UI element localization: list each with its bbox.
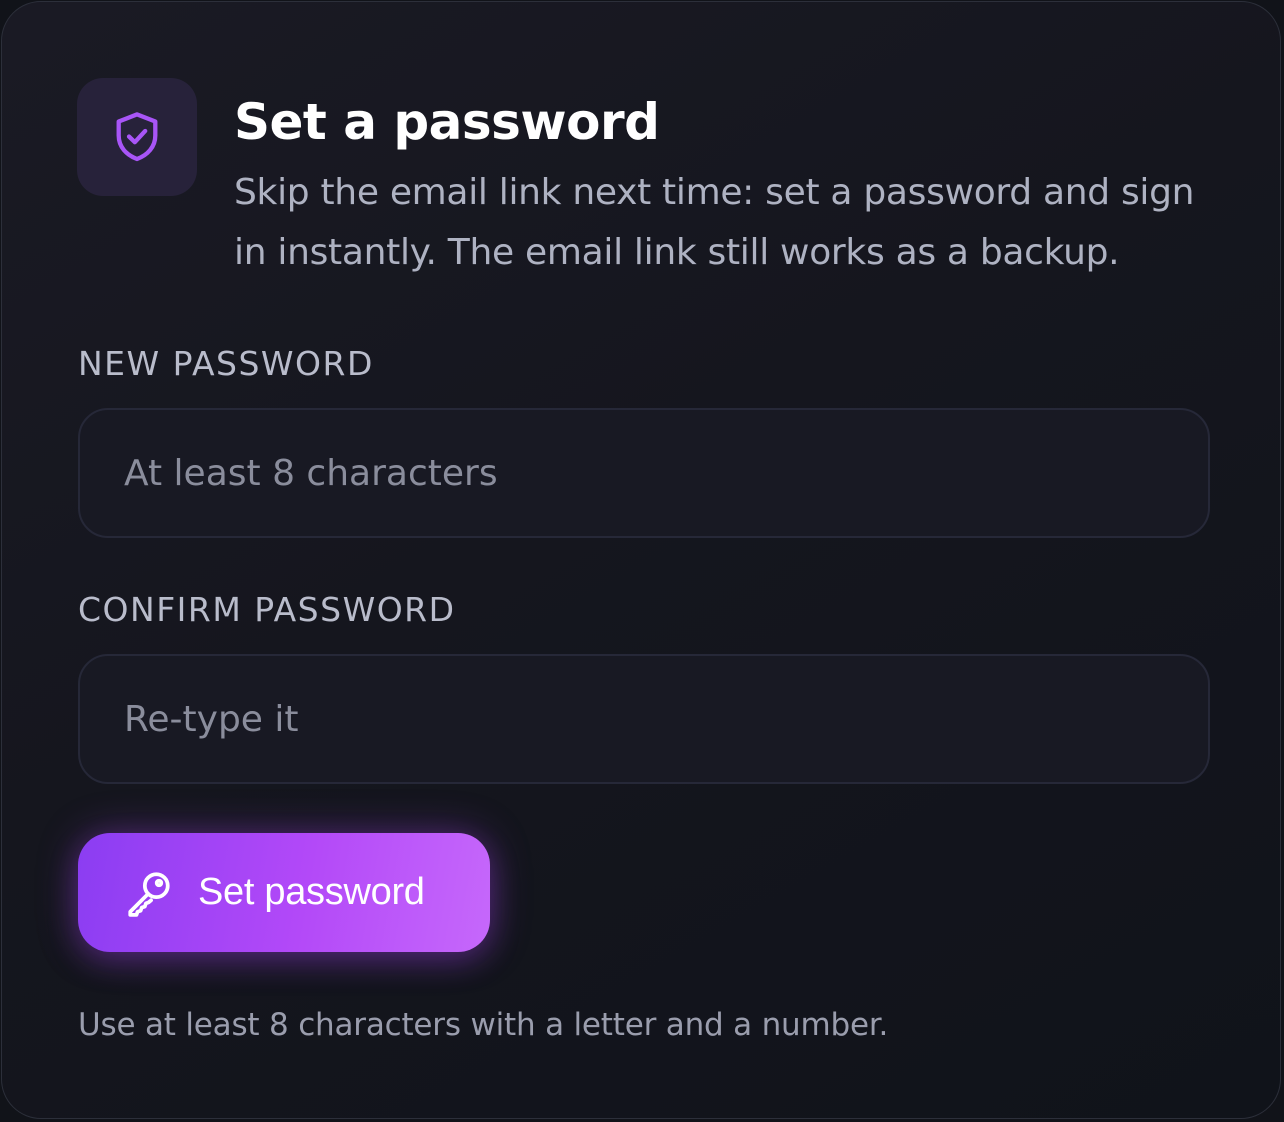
- set-password-button[interactable]: Set password: [78, 833, 490, 952]
- password-hint: Use at least 8 characters with a letter …: [78, 1007, 889, 1043]
- confirm-password-label: CONFIRM PASSWORD: [78, 590, 456, 629]
- set-password-button-label: Set password: [198, 871, 425, 913]
- new-password-label: NEW PASSWORD: [78, 344, 374, 383]
- new-password-input[interactable]: [78, 408, 1210, 538]
- shield-icon-tile: [77, 78, 197, 196]
- page-title: Set a password: [234, 93, 660, 151]
- shield-check-icon: [116, 112, 158, 162]
- confirm-password-input[interactable]: [78, 654, 1210, 784]
- set-password-card: Set a password Skip the email link next …: [1, 1, 1281, 1119]
- key-icon: [124, 868, 174, 918]
- page-subtitle: Skip the email link next time: set a pas…: [234, 172, 1195, 273]
